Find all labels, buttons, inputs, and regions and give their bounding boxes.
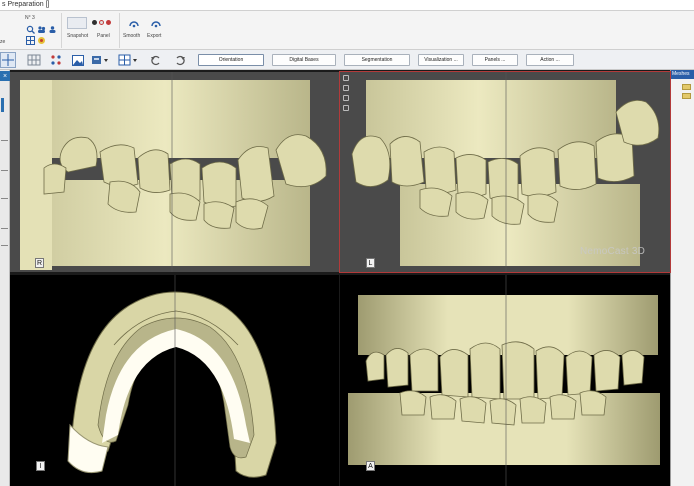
redo-icon[interactable] <box>172 52 188 68</box>
panel-label: Panel <box>97 33 110 39</box>
panel-divider <box>1 170 8 171</box>
view-label-right: R <box>35 258 44 268</box>
meshes-panel-title: Meshes <box>671 70 694 79</box>
grid-icon[interactable] <box>26 36 35 45</box>
snapshot-thumbnail[interactable] <box>67 17 87 29</box>
ribbon: ze N° 3 Snapshot Panel Smooth Export <box>0 11 694 50</box>
nemocast-watermark: NemoCast 3D <box>580 246 645 257</box>
red-dot-icon[interactable] <box>106 20 111 25</box>
view-toolbar: Orientation Digital Bases Segmentation V… <box>0 50 694 70</box>
panel-divider <box>1 228 8 229</box>
digital-bases-button[interactable]: Digital Bases <box>272 54 336 66</box>
viewport-inferior[interactable]: I <box>10 275 339 486</box>
group-icon[interactable] <box>48 25 57 34</box>
layout-dropdown-icon[interactable] <box>118 52 138 68</box>
ribbon-left-label: ze <box>0 39 6 45</box>
meshes-panel: Meshes <box>670 70 694 486</box>
right-view-model <box>20 72 327 272</box>
people-icon[interactable] <box>37 25 46 34</box>
close-icon[interactable]: × <box>0 71 10 81</box>
panel-tab-indicator[interactable] <box>1 98 4 112</box>
left-view-model <box>351 72 660 272</box>
view-side-tools <box>343 75 351 115</box>
smooth-icon[interactable] <box>129 19 139 29</box>
crosshair-icon[interactable] <box>0 52 16 68</box>
panels-button[interactable]: Panels ... <box>472 54 518 66</box>
ribbon-snapshot-group: Snapshot Panel <box>62 13 120 48</box>
inferior-view-model <box>67 275 277 486</box>
zoom-icon[interactable] <box>26 25 35 34</box>
anterior-view-model <box>348 275 660 486</box>
action-button[interactable]: Action ... <box>526 54 574 66</box>
warning-icon[interactable] <box>343 105 349 111</box>
visualization-button[interactable]: Visualization ... <box>418 54 464 66</box>
view-label-left: L <box>366 258 375 268</box>
export-icon[interactable] <box>151 19 161 29</box>
panel-divider <box>1 140 8 141</box>
undo-count-label: N° 3 <box>25 15 35 21</box>
undo-icon[interactable] <box>148 52 164 68</box>
dental-grid-icon[interactable] <box>26 52 42 68</box>
view-label-inferior: I <box>36 461 45 471</box>
stop-dot-icon[interactable] <box>99 20 104 25</box>
segmentation-button[interactable]: Segmentation <box>344 54 410 66</box>
rotate-icon[interactable] <box>343 95 349 101</box>
color-wheel-icon[interactable] <box>37 36 46 45</box>
layers-dropdown-icon[interactable] <box>90 52 110 68</box>
camera-icon[interactable] <box>343 75 349 81</box>
panel-divider <box>1 245 8 246</box>
viewport-anterior[interactable]: A <box>340 275 670 486</box>
mesh-folder-icon[interactable] <box>682 84 691 90</box>
orientation-button[interactable]: Orientation <box>198 54 264 66</box>
view-label-anterior: A <box>366 461 375 471</box>
tooth-dots-icon[interactable] <box>48 52 64 68</box>
mesh-folder-icon[interactable] <box>682 93 691 99</box>
viewport-right[interactable]: R <box>10 72 339 272</box>
export-label: Export <box>147 33 162 39</box>
record-dot-icon[interactable] <box>92 20 97 25</box>
ribbon-export-group: Smooth Export <box>120 13 168 48</box>
snapshot-label: Snapshot <box>67 33 89 39</box>
viewport-left[interactable]: L NemoCast 3D <box>339 71 671 273</box>
image-icon[interactable] <box>70 52 86 68</box>
layers-icon[interactable] <box>343 85 349 91</box>
title-bar: s Preparation [] <box>0 0 694 11</box>
left-tool-panel: × <box>0 70 10 486</box>
smooth-label: Smooth <box>123 33 141 39</box>
ribbon-tools-group: N° 3 <box>22 13 62 48</box>
panel-divider <box>1 198 8 199</box>
window-title: s Preparation [] <box>2 1 50 8</box>
